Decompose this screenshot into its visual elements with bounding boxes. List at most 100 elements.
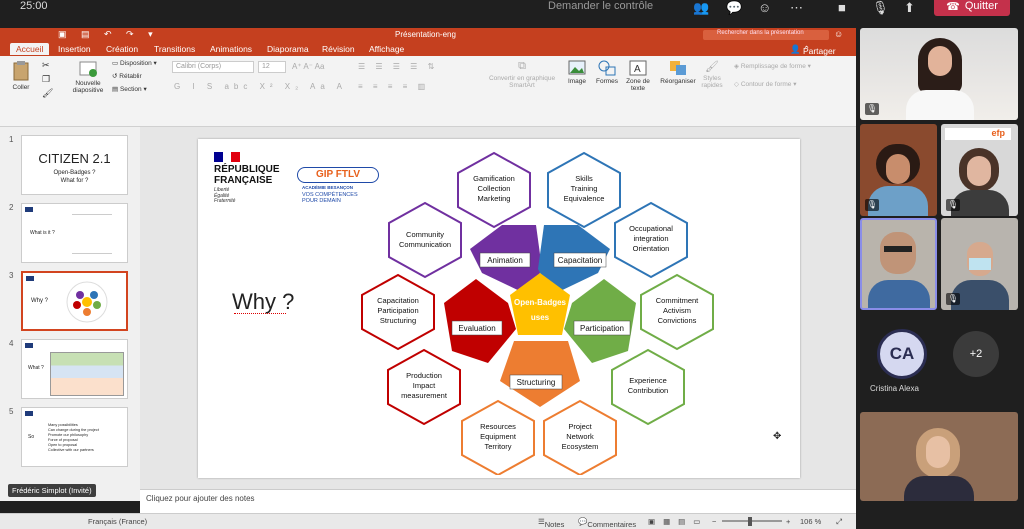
comments-toggle[interactable]: 💬 Commentaires [578,517,636,529]
flag-logo [25,207,33,212]
thumb-title: CITIZEN 2.1 [38,151,111,166]
participant-body [906,90,974,120]
video-tile-3[interactable]: efp 🎙 [941,124,1018,216]
layout-button[interactable]: ▭ Disposition ▾ [112,59,157,67]
zoom-slider-thumb[interactable] [748,517,752,526]
tab-animations[interactable]: Animations [210,44,252,54]
layout-label: Disposition [119,60,152,67]
shape-outline-button[interactable]: ◇ Contour de forme ▾ [734,80,796,88]
mic-muted-icon: 🎙 [865,103,879,115]
new-slide-button[interactable]: Nouvelle diapositive [70,60,106,94]
thumb-title: What is it ? [30,230,55,236]
thumb-flower-diagram [66,281,108,323]
status-bar: Français (France) ☰ Notes 💬 Commentaires… [0,513,856,529]
font-grow-icons[interactable]: A⁺ A⁻ Aa [292,62,324,71]
shape-fill-button[interactable]: ◈ Remplissage de forme ▾ [734,62,811,70]
notes-pane[interactable]: Cliquez pour ajouter des notes [140,489,856,513]
more-participants-button[interactable]: +2 [953,331,999,377]
pentagon-structuring [500,341,580,407]
tab-accueil[interactable]: Accueil [10,43,50,55]
fit-slide-icon[interactable]: ⤢ [836,517,842,527]
paragraph-icons[interactable]: ☰ ☰ ☰ ☰ ⇅ [358,62,438,71]
tab-creation[interactable]: Création [106,44,138,54]
section-label: Section [119,86,142,93]
ribbon-tabs: Accueil Insertion Création Transitions A… [0,42,856,56]
ribbon: Coller ✂ ❐ 🖌 Nouvelle diapositive ▭ Disp… [0,56,856,127]
title-bar: ▣ ▤ ↶ ↷ ▾ Présentation-eng Rechercher da… [0,28,856,42]
zoom-slider[interactable] [722,520,782,522]
project-line: Ecosystem [562,442,599,451]
paste-button[interactable]: Coller [6,60,36,91]
share-screen-icon[interactable]: ⬆ [904,0,915,16]
textbox-button[interactable]: A Zone de texte [624,60,652,92]
flag-logo [26,276,34,281]
zoom-in-button[interactable]: + [786,517,790,526]
video-tile-4-active-speaker[interactable] [860,218,937,310]
shapes-button[interactable]: Formes [594,60,620,85]
camera-icon[interactable]: ■ [838,0,846,15]
reactions-icon[interactable]: ☺ [758,0,771,15]
more-options-icon[interactable]: ⋯ [790,0,803,16]
notes-toggle[interactable]: ☰ Notes [538,517,564,529]
label-participation: Participation [580,324,624,333]
video-tile-5[interactable]: 🎙 [941,218,1018,310]
label-evaluation: Evaluation [458,324,495,333]
current-slide[interactable]: RÉPUBLIQUE FRANÇAISE Liberté Égalité Fra… [198,139,800,478]
section-button[interactable]: ▤ Section ▾ [112,85,147,93]
slide-thumbnail-1[interactable]: CITIZEN 2.1 Open-Badges ? What for ? [21,135,128,195]
thumb-table [50,352,124,396]
arrange-icon [670,61,686,75]
powerpoint-window: ▣ ▤ ↶ ↷ ▾ Présentation-eng Rechercher da… [0,28,856,529]
slide-thumbnail-2[interactable]: What is it ? [21,203,128,263]
feedback-icon[interactable]: ☺ [834,29,843,39]
font-size-select[interactable]: 12 [258,61,286,73]
quick-access-icons[interactable]: ▣ ▤ ↶ ↷ ▾ [58,29,159,40]
chat-icon[interactable]: 💬 [726,0,742,16]
rf-motto: Liberté Égalité Fraternité [214,187,235,205]
tab-insertion[interactable]: Insertion [58,44,91,54]
slide-thumbnail-5[interactable]: So Many possibilities Can change during … [21,407,128,467]
slide-thumbnail-3[interactable]: Why ? [21,271,128,331]
quit-button[interactable]: ☎ Quitter [934,0,1010,16]
tab-revision[interactable]: Révision [322,44,355,54]
center-line: Open-Badges [514,298,567,307]
tab-affichage[interactable]: Affichage [369,44,404,54]
reset-button[interactable]: ↺ Rétablir [112,72,142,80]
search-box[interactable]: Rechercher dans la présentation [703,30,829,40]
participant-avatar[interactable]: CA [877,329,927,379]
skills-line: Skills [575,174,593,183]
arrange-button[interactable]: Réorganiser [658,60,698,85]
alignment-icons[interactable]: ≡ ≡ ≡ ≡ ▥ [358,82,429,91]
slide-title: Why ? [232,289,295,314]
participants-icon[interactable]: 👥 [693,0,709,16]
tab-diaporama[interactable]: Diaporama [267,44,309,54]
view-buttons[interactable]: ▣▦▤▭ [648,517,708,526]
font-select[interactable]: Calibri (Corps) [172,61,254,73]
font-format-icons[interactable]: G I S abc X² X₂ Aa A [174,82,347,91]
mic-muted-icon: 🎙 [865,199,879,211]
new-slide-label: Nouvelle diapositive [72,80,104,94]
shape-outline-label: Contour de forme [740,81,792,88]
quick-styles-button[interactable]: 🖌 Styles rapides [698,60,726,89]
video-tile-1[interactable]: 🎙 [860,28,1018,120]
format-painter-icon[interactable]: 🖌 [42,88,53,99]
image-button[interactable]: Image [563,60,591,85]
tab-transitions[interactable]: Transitions [154,44,195,54]
video-tile-2[interactable]: 🎙 [860,124,937,216]
share-button[interactable]: 👤 Partager ⌃ [790,44,836,56]
flag-logo [25,411,33,416]
cut-icon[interactable]: ✂ [42,60,50,71]
zoom-out-button[interactable]: − [712,517,716,526]
smartart-button[interactable]: ⧉ Convertir en graphique SmartArt [488,60,556,89]
commitment-line: Commitment [656,296,699,305]
language-status[interactable]: Français (France) [88,517,147,526]
mic-muted-icon[interactable]: 🎙 [872,0,889,16]
slide-thumbnail-4[interactable]: What ? [21,339,128,399]
occupational-line: Occupational [629,224,673,233]
request-control-button[interactable]: Demander le contrôle [548,0,653,12]
copy-icon[interactable]: ❐ [42,74,50,85]
label-capacitation: Capacitation [558,256,602,265]
textbox-label: Zone de texte [626,78,650,92]
zoom-level[interactable]: 106 % [800,517,821,526]
video-tile-6[interactable] [860,412,1018,501]
